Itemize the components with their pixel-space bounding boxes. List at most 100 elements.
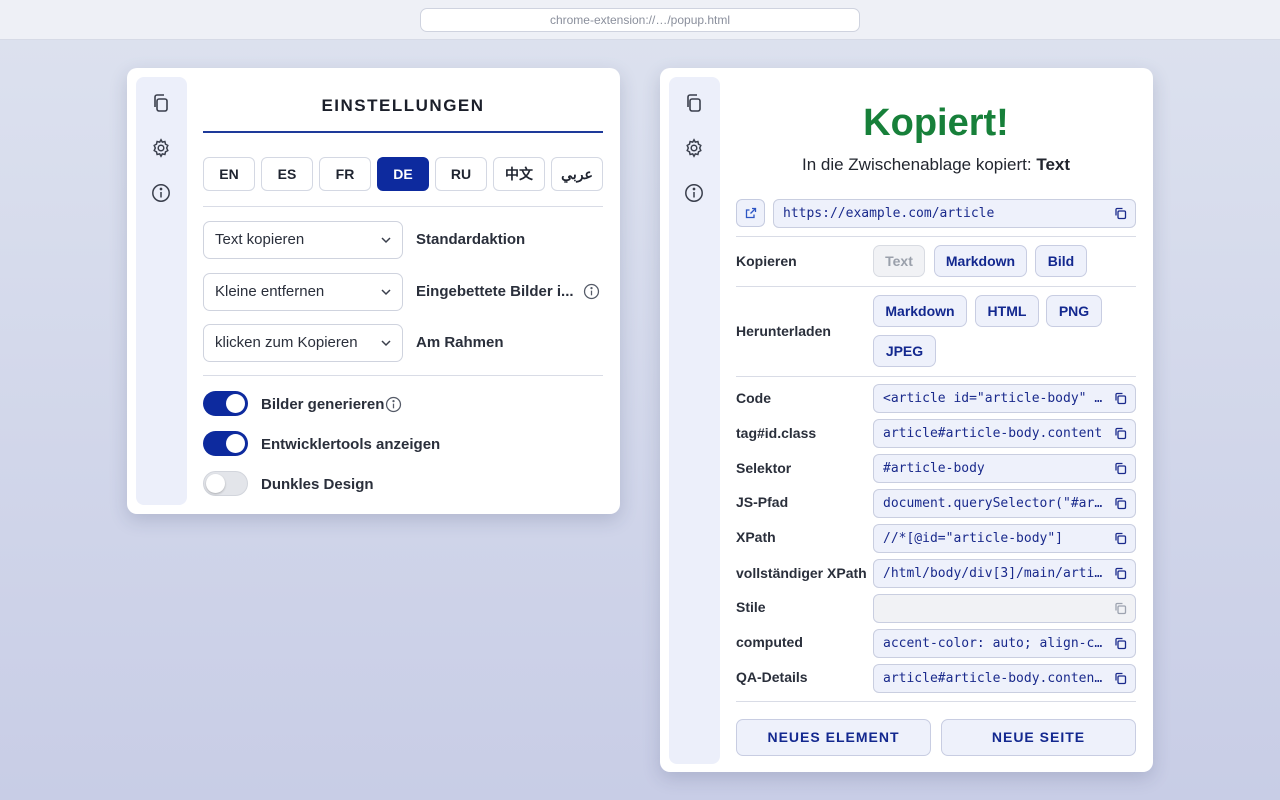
divider — [203, 206, 603, 207]
field-label-jspath: JS-Pfad — [736, 494, 789, 510]
full-xpath-field[interactable]: /html/body/div[3]/main/article — [873, 559, 1136, 588]
url-bar[interactable]: chrome-extension://…/popup.html — [420, 8, 860, 32]
copy-formats-label: Kopieren — [736, 253, 797, 269]
lang-button-ru[interactable]: RU — [435, 157, 487, 191]
generate-images-toggle[interactable] — [203, 391, 248, 416]
open-url-button[interactable] — [736, 199, 765, 227]
url-field[interactable]: https://example.com/article — [773, 199, 1136, 228]
field-label-styles: Stile — [736, 599, 766, 615]
dark-mode-label: Dunkles Design — [261, 476, 374, 493]
jspath-field[interactable]: document.querySelector("#article-body") — [873, 489, 1136, 518]
field-label-selector: Selektor — [736, 460, 792, 476]
lang-button-es[interactable]: ES — [261, 157, 313, 191]
selector-field[interactable]: #article-body — [873, 454, 1136, 483]
copy-icon[interactable] — [1114, 602, 1127, 615]
download-markdown-button[interactable]: Markdown — [873, 295, 967, 327]
copied-type: Text — [1036, 155, 1071, 174]
field-value: //*[@id="article-body"] — [883, 531, 1064, 546]
lang-button-de[interactable]: DE — [377, 157, 429, 191]
info-icon[interactable] — [151, 183, 171, 203]
lang-button-en[interactable]: EN — [203, 157, 255, 191]
field-label-computed: computed — [736, 634, 803, 650]
download-jpeg-button[interactable]: JPEG — [873, 335, 936, 367]
devtools-toggle[interactable] — [203, 431, 248, 456]
field-value: /html/body/div[3]/main/article — [883, 566, 1118, 581]
divider — [203, 375, 603, 376]
field-value: document.querySelector("#article-body") — [883, 496, 1135, 511]
gear-icon[interactable] — [684, 138, 704, 158]
copy-icon[interactable] — [1114, 392, 1127, 405]
select-value: Text kopieren — [215, 231, 305, 248]
copy-icon[interactable] — [1114, 672, 1127, 685]
copy-icon[interactable] — [1114, 567, 1127, 580]
select-value: klicken zum Kopieren — [215, 334, 358, 351]
field-label-tag: tag#id.class — [736, 425, 817, 441]
copied-subtitle: In die Zwischenablage kopiert: Text — [736, 155, 1136, 175]
toggle-knob — [226, 394, 245, 413]
browser-toolbar: chrome-extension://…/popup.html — [0, 0, 1280, 40]
download-formats-label: Herunterladen — [736, 323, 831, 339]
divider — [736, 286, 1136, 287]
copy-icon[interactable] — [1114, 427, 1127, 440]
copy-icon[interactable] — [151, 93, 171, 113]
embedded-images-label: Eingebettete Bilder i... — [416, 283, 574, 300]
copy-icon[interactable] — [1114, 532, 1127, 545]
field-value: article#article-body.content #article-bo… — [883, 671, 1135, 686]
download-html-button[interactable]: HTML — [975, 295, 1039, 327]
select-value: Kleine entfernen — [215, 283, 325, 300]
copy-icon[interactable] — [1114, 207, 1127, 220]
side-rail — [669, 77, 720, 764]
xpath-field[interactable]: //*[@id="article-body"] — [873, 524, 1136, 553]
side-rail — [136, 77, 187, 505]
toggle-knob — [206, 474, 225, 493]
tag-field[interactable]: article#article-body.content — [873, 419, 1136, 448]
frame-action-select[interactable]: klicken zum Kopieren — [203, 324, 403, 362]
frame-action-label: Am Rahmen — [416, 334, 504, 351]
copy-icon[interactable] — [1114, 462, 1127, 475]
subtitle-prefix: In die Zwischenablage kopiert: — [801, 155, 1037, 174]
copy-icon[interactable] — [1114, 637, 1127, 650]
divider — [736, 236, 1136, 237]
qa-details-field[interactable]: article#article-body.content #article-bo… — [873, 664, 1136, 693]
copied-title: Kopiert! — [863, 102, 1009, 144]
code-field[interactable]: <article id="article-body" class="conten… — [873, 384, 1136, 413]
styles-field[interactable] — [873, 594, 1136, 623]
field-label-qa: QA-Details — [736, 669, 808, 685]
chevron-down-icon — [381, 289, 391, 296]
lang-button-fr[interactable]: FR — [319, 157, 371, 191]
gear-icon[interactable] — [151, 138, 171, 158]
default-action-select[interactable]: Text kopieren — [203, 221, 403, 259]
copy-markdown-button[interactable]: Markdown — [934, 245, 1027, 277]
download-png-button[interactable]: PNG — [1046, 295, 1102, 327]
copy-icon[interactable] — [684, 93, 704, 113]
copy-text-button[interactable]: Text — [873, 245, 925, 277]
lang-button-ar[interactable]: عربي — [551, 157, 603, 191]
field-label-xpath: XPath — [736, 529, 776, 545]
chevron-down-icon — [381, 340, 391, 347]
generate-images-label: Bilder generieren — [261, 396, 385, 413]
dark-mode-toggle[interactable] — [203, 471, 248, 496]
new-page-button[interactable]: NEUE SEITE — [941, 719, 1136, 756]
field-label-full-xpath: vollständiger XPath — [736, 565, 867, 581]
copy-icon[interactable] — [1114, 497, 1127, 510]
settings-title: EINSTELLUNGEN — [321, 96, 485, 115]
field-value: <article id="article-body" class="conten… — [883, 391, 1135, 406]
new-element-button[interactable]: NEUES ELEMENT — [736, 719, 931, 756]
field-value: #article-body — [883, 461, 985, 476]
title-divider — [203, 131, 603, 133]
url-value: https://example.com/article — [783, 206, 995, 221]
info-icon[interactable] — [684, 183, 704, 203]
result-panel: Kopiert! In die Zwischenablage kopiert: … — [660, 68, 1153, 772]
info-icon[interactable] — [385, 396, 402, 413]
settings-panel: EINSTELLUNGEN EN ES FR DE RU 中文 عربي Tex… — [127, 68, 620, 514]
divider — [736, 701, 1136, 702]
field-value: article#article-body.content — [883, 426, 1103, 441]
info-icon[interactable] — [583, 283, 600, 300]
lang-button-zh[interactable]: 中文 — [493, 157, 545, 191]
divider — [736, 376, 1136, 377]
default-action-label: Standardaktion — [416, 231, 526, 248]
toggle-knob — [226, 434, 245, 453]
computed-field[interactable]: accent-color: auto; align-content: norma… — [873, 629, 1136, 658]
embedded-images-select[interactable]: Kleine entfernen — [203, 273, 403, 311]
copy-image-button[interactable]: Bild — [1035, 245, 1087, 277]
